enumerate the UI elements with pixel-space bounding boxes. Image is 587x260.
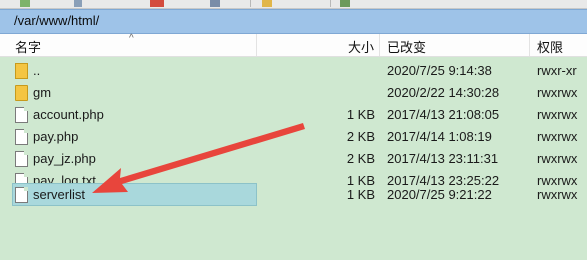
annotation-arrow — [92, 123, 305, 193]
